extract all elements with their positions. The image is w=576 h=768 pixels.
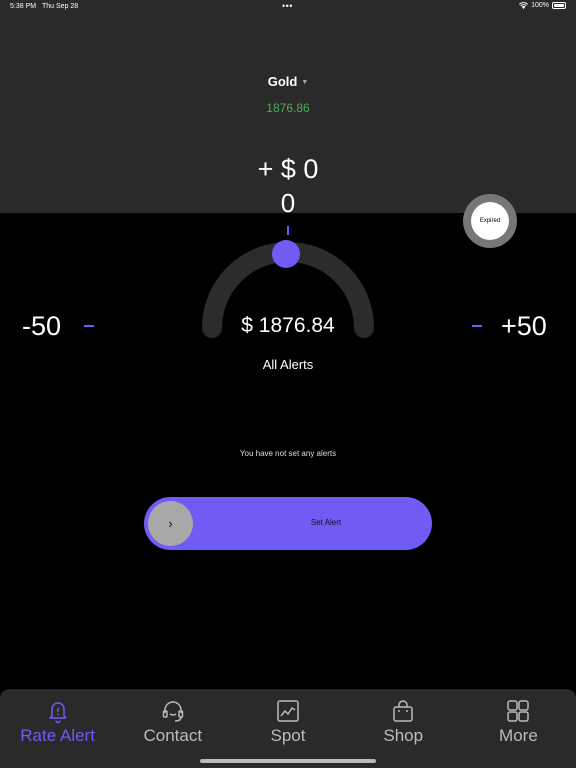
battery-icon	[552, 2, 566, 9]
bag-icon	[393, 700, 413, 722]
status-right: 100%	[519, 2, 566, 9]
home-indicator[interactable]	[200, 759, 376, 763]
metal-selector[interactable]: Gold ▼	[0, 74, 576, 89]
status-date: Thu Sep 28	[42, 3, 79, 10]
empty-alerts-message: You have not set any alerts	[239, 449, 337, 458]
metal-price: 1876.86	[266, 101, 310, 115]
status-time: 5:38 PM	[10, 3, 37, 10]
tab-label: Shop	[383, 726, 424, 745]
increase-button[interactable]	[470, 314, 484, 336]
plus-amount-label: +50	[501, 311, 547, 341]
chart-icon	[277, 700, 299, 722]
tab-more[interactable]: More	[461, 689, 576, 768]
multitask-dots[interactable]: •••	[282, 1, 293, 11]
set-alert-slider[interactable]: Set Alert ›	[144, 497, 432, 550]
chevron-down-icon[interactable]: ▼	[301, 79, 308, 86]
bell-icon	[48, 702, 67, 724]
tab-bar: Rate Alert Contact Spot Shop More	[0, 689, 576, 768]
decrease-button[interactable]	[84, 314, 98, 336]
status-bar: 5:38 PM Thu Sep 28 ••• 100%	[0, 0, 576, 14]
gauge-handle[interactable]	[272, 240, 300, 268]
minus-amount-label: -50	[22, 311, 62, 341]
wifi-icon	[519, 2, 529, 9]
tab-contact[interactable]: Contact	[115, 689, 230, 768]
tab-label: Spot	[270, 726, 306, 745]
metal-name[interactable]: Gold	[268, 74, 298, 89]
tab-spot[interactable]: Spot	[230, 689, 345, 768]
all-alerts-heading: All Alerts	[262, 357, 314, 372]
headset-icon	[162, 701, 184, 722]
tab-shop[interactable]: Shop	[346, 689, 461, 768]
price-delta: + $ 0	[257, 154, 319, 184]
chevron-right-icon[interactable]: ›	[148, 501, 193, 546]
tab-label: More	[499, 726, 538, 745]
tab-rate-alert[interactable]: Rate Alert	[0, 689, 115, 768]
expired-toggle[interactable]: Expired	[463, 194, 517, 248]
grid-icon	[507, 700, 530, 722]
expired-button[interactable]: Expired	[471, 202, 509, 240]
battery-percent: 100%	[531, 2, 549, 9]
tab-label: Contact	[143, 726, 203, 745]
tab-label: Rate Alert	[20, 726, 95, 745]
